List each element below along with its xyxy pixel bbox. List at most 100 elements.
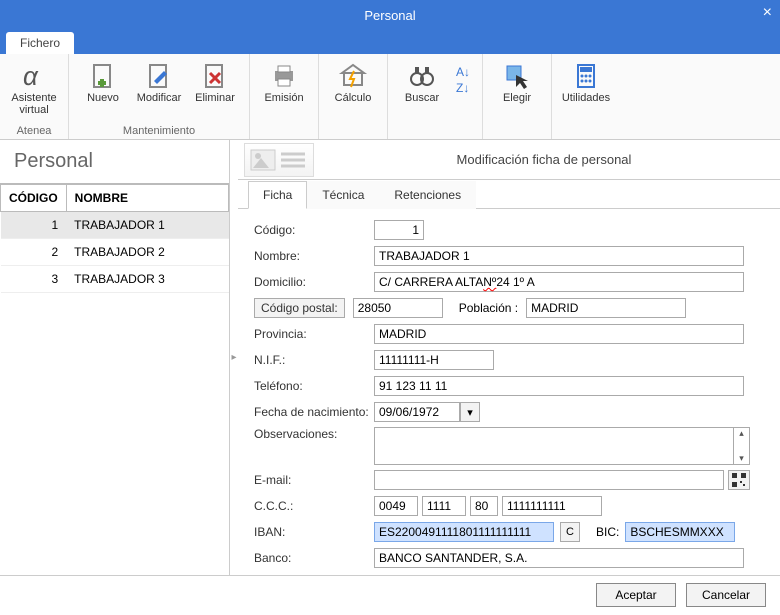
label-codigo: Código: <box>254 223 374 237</box>
right-panel: Modificación ficha de personal Ficha Téc… <box>238 140 780 575</box>
elegir-label: Elegir <box>503 92 531 104</box>
modificar-button[interactable]: Modificar <box>133 58 185 106</box>
codigo-postal-button[interactable]: Código postal: <box>254 298 345 318</box>
cell-nombre: TRABAJADOR 1 <box>66 212 228 239</box>
calculo-label: Cálculo <box>335 92 372 104</box>
tab-tecnica[interactable]: Técnica <box>307 181 379 209</box>
elegir-button[interactable]: Elegir <box>491 58 543 106</box>
main: Personal CÓDIGO NOMBRE 1 TRABAJADOR 1 2 <box>0 140 780 575</box>
cell-codigo: 1 <box>1 212 67 239</box>
iban-calc-button[interactable]: C <box>560 522 580 542</box>
asistente-virtual-button[interactable]: α Asistente virtual <box>8 58 60 118</box>
table-row[interactable]: 1 TRABAJADOR 1 <box>1 212 229 239</box>
nuevo-label: Nuevo <box>87 92 119 104</box>
input-provincia[interactable] <box>374 324 744 344</box>
buscar-button[interactable]: Buscar <box>396 58 448 106</box>
input-telefono[interactable] <box>374 376 744 396</box>
splitter-handle[interactable]: ▸ <box>230 140 238 575</box>
sort-asc-icon: A↓ <box>456 65 470 79</box>
eliminar-button[interactable]: Eliminar <box>189 58 241 106</box>
label-nombre: Nombre: <box>254 249 374 263</box>
nuevo-button[interactable]: Nuevo <box>77 58 129 106</box>
footer: Aceptar Cancelar <box>0 575 780 613</box>
buscar-label: Buscar <box>405 92 439 104</box>
left-panel: Personal CÓDIGO NOMBRE 1 TRABAJADOR 1 2 <box>0 140 230 575</box>
label-email: E-mail: <box>254 473 374 487</box>
input-nif[interactable] <box>374 350 494 370</box>
window-title: Personal <box>364 8 415 23</box>
sort-asc-button[interactable]: A↓ <box>452 64 474 80</box>
detail-subtitle: Modificación ficha de personal <box>314 152 774 167</box>
accept-button[interactable]: Aceptar <box>596 583 676 607</box>
utilidades-label: Utilidades <box>562 92 610 104</box>
asistente-line1: Asistente <box>11 92 56 104</box>
tab-retenciones[interactable]: Retenciones <box>379 181 476 209</box>
sort-desc-icon: Z↓ <box>456 81 469 95</box>
table-row[interactable]: 3 TRABAJADOR 3 <box>1 266 229 293</box>
tab-ficha[interactable]: Ficha <box>248 181 307 209</box>
input-poblacion[interactable] <box>526 298 686 318</box>
input-ccc-d[interactable] <box>502 496 602 516</box>
ribbon-group-mantenimiento: Nuevo Modificar Eliminar Mantenimiento <box>69 54 250 139</box>
sort-desc-button[interactable]: Z↓ <box>452 80 474 96</box>
emision-label: Emisión <box>264 92 303 104</box>
label-ccc: C.C.C.: <box>254 499 374 513</box>
cell-nombre: TRABAJADOR 2 <box>66 239 228 266</box>
delete-doc-icon <box>199 60 231 92</box>
ribbon-group-calculo: Cálculo <box>319 54 388 139</box>
ribbon-group-emision: Emisión <box>250 54 319 139</box>
input-fecha-nac[interactable] <box>374 402 460 422</box>
edit-doc-icon <box>143 60 175 92</box>
alpha-icon: α <box>18 60 50 92</box>
input-domicilio[interactable]: C/ CARRERA ALTA Nº 24 1º A <box>374 272 744 292</box>
grid: CÓDIGO NOMBRE 1 TRABAJADOR 1 2 TRABAJADO… <box>0 183 229 293</box>
input-ccc-a[interactable] <box>374 496 418 516</box>
ribbon-group-buscar: Buscar A↓ Z↓ <box>388 54 483 139</box>
table-row[interactable]: 2 TRABAJADOR 2 <box>1 239 229 266</box>
qr-icon[interactable] <box>728 470 750 490</box>
input-nombre[interactable] <box>374 246 744 266</box>
emision-button[interactable]: Emisión <box>258 58 310 106</box>
asistente-line2: virtual <box>19 104 48 116</box>
input-codigo[interactable] <box>374 220 424 240</box>
input-email[interactable] <box>374 470 724 490</box>
ribbon-group-atenea: α Asistente virtual Atenea <box>0 54 69 139</box>
col-nombre[interactable]: NOMBRE <box>66 185 228 212</box>
label-fecha-nac: Fecha de nacimiento: <box>254 405 374 419</box>
ribbon-caption-mant: Mantenimiento <box>77 123 241 137</box>
input-ccc-b[interactable] <box>422 496 466 516</box>
label-nif: N.I.F.: <box>254 353 374 367</box>
detail-header: Modificación ficha de personal <box>238 140 780 180</box>
calculo-button[interactable]: Cálculo <box>327 58 379 106</box>
new-doc-icon <box>87 60 119 92</box>
input-observaciones[interactable] <box>374 427 734 465</box>
label-poblacion: Población : <box>459 301 518 315</box>
input-cp[interactable] <box>353 298 443 318</box>
label-banco: Banco: <box>254 551 374 565</box>
input-banco[interactable] <box>374 548 744 568</box>
label-iban: IBAN: <box>254 525 374 539</box>
col-codigo[interactable]: CÓDIGO <box>1 185 67 212</box>
label-provincia: Provincia: <box>254 327 374 341</box>
input-bic[interactable] <box>625 522 735 542</box>
input-ccc-c[interactable] <box>470 496 498 516</box>
obs-scrollbar[interactable]: ▴▾ <box>734 427 750 465</box>
cursor-box-icon <box>501 60 533 92</box>
label-domicilio: Domicilio: <box>254 275 374 289</box>
cell-codigo: 3 <box>1 266 67 293</box>
binoculars-icon <box>406 60 438 92</box>
date-picker-button[interactable]: ▾ <box>460 402 480 422</box>
ribbon-tab-fichero[interactable]: Fichero <box>6 32 74 54</box>
ribbon-caption-atenea: Atenea <box>8 123 60 137</box>
cancel-button[interactable]: Cancelar <box>686 583 766 607</box>
view-mode-icon[interactable] <box>244 143 314 177</box>
ribbon-group-elegir: Elegir <box>483 54 552 139</box>
close-icon[interactable]: × <box>763 4 772 22</box>
utilidades-button[interactable]: Utilidades <box>560 58 612 106</box>
label-observaciones: Observaciones: <box>254 427 374 441</box>
cell-nombre: TRABAJADOR 3 <box>66 266 228 293</box>
input-iban[interactable] <box>374 522 554 542</box>
ribbon-group-utilidades: Utilidades <box>552 54 620 139</box>
left-title: Personal <box>0 140 229 183</box>
cell-codigo: 2 <box>1 239 67 266</box>
